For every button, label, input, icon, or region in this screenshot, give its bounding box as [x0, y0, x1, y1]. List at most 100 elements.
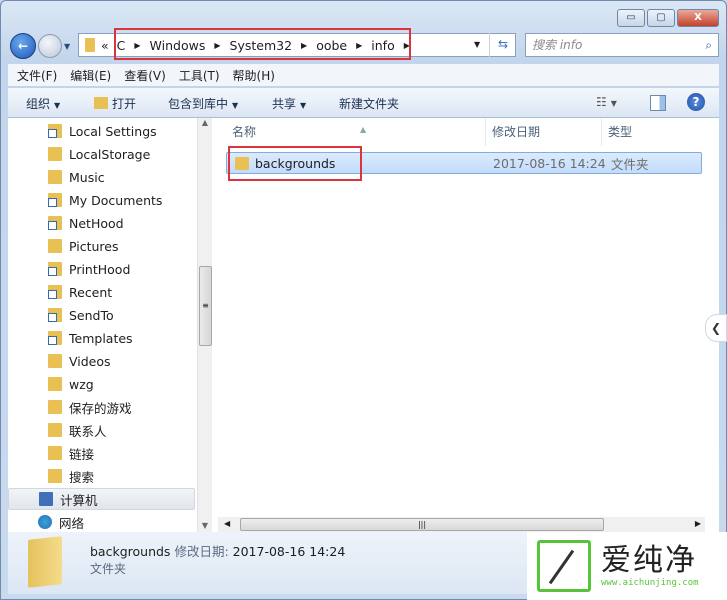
nav-item[interactable]: NetHood [8, 212, 195, 234]
folder-shortcut-icon [48, 124, 62, 138]
scroll-right-arrow[interactable]: ▶ [695, 519, 701, 528]
organize-button[interactable]: 组织 ▼ [26, 95, 60, 112]
sort-up-icon: ▲ [360, 125, 367, 134]
nav-item-label: Pictures [69, 238, 119, 254]
folder-shortcut-icon [48, 193, 62, 207]
window-controls: ▭ ▢ X [617, 9, 719, 27]
scroll-left-arrow[interactable]: ◀ [224, 519, 230, 528]
share-button[interactable]: 共享 ▼ [272, 95, 306, 112]
nav-item-label: Music [69, 169, 105, 185]
recent-pages-dropdown[interactable]: ▼ [64, 42, 70, 51]
menu-help[interactable]: 帮助(H) [233, 67, 275, 84]
folder-icon [48, 446, 62, 460]
folder-icon [48, 147, 62, 161]
preview-pane-button[interactable] [650, 95, 666, 111]
nav-item-label: NetHood [69, 215, 124, 231]
watermark-url: www.aichunjing.com [601, 578, 699, 588]
folder-icon [48, 423, 62, 437]
nav-item-network[interactable]: 网络 [8, 511, 195, 533]
menu-bar: 文件(F) 编辑(E) 查看(V) 工具(T) 帮助(H) [8, 64, 719, 86]
minimize-button[interactable]: ▭ [617, 9, 645, 27]
nav-item-label: Local Settings [69, 123, 157, 139]
open-button[interactable]: 打开 [94, 95, 136, 112]
folder-large-icon [28, 536, 62, 588]
scroll-thumb[interactable]: ||| [240, 518, 604, 531]
nav-item[interactable]: My Documents [8, 189, 195, 211]
nav-item[interactable]: Templates [8, 327, 195, 349]
arrow-left-icon: ← [17, 39, 29, 53]
maximize-button[interactable]: ▢ [647, 9, 675, 27]
folder-shortcut-icon [48, 308, 62, 322]
nav-item[interactable]: SendTo [8, 304, 195, 326]
address-overflow[interactable]: « [101, 38, 109, 53]
nav-item[interactable]: Pictures [8, 235, 195, 257]
nav-item[interactable]: wzg [8, 373, 195, 395]
navigation-pane: Local Settings LocalStorage Music My Docume… [8, 118, 198, 532]
search-placeholder: 搜索 info [532, 38, 583, 52]
folder-icon [48, 400, 62, 414]
open-icon [94, 97, 108, 109]
nav-item[interactable]: 联系人 [8, 419, 195, 441]
scroll-down-arrow[interactable]: ▼ [198, 521, 212, 530]
nav-item[interactable]: 保存的游戏 [8, 396, 195, 418]
menu-edit[interactable]: 编辑(E) [70, 67, 111, 84]
computer-icon [39, 492, 53, 506]
search-input[interactable]: 搜索 info ⌕ [525, 33, 719, 57]
menu-view[interactable]: 查看(V) [124, 67, 166, 84]
folder-icon [48, 170, 62, 184]
nav-item[interactable]: PrintHood [8, 258, 195, 280]
status-date: 2017-08-16 14:24 [232, 544, 346, 559]
folder-icon [48, 239, 62, 253]
nav-item[interactable]: 搜索 [8, 465, 195, 487]
menu-tools[interactable]: 工具(T) [179, 67, 220, 84]
file-date: 2017-08-16 14:24 [493, 155, 606, 171]
nav-item-label: 网络 [59, 515, 85, 531]
file-list: 名称 ▲ 修改日期 类型 backgrounds 2017-08-16 14:24… [218, 118, 727, 532]
folder-shortcut-icon [48, 331, 62, 345]
nav-item-label: 计算机 [60, 492, 98, 508]
horizontal-scrollbar[interactable]: ◀ ||| ▶ [218, 517, 705, 532]
scroll-up-arrow[interactable]: ▲ [198, 118, 212, 127]
menu-file[interactable]: 文件(F) [17, 67, 57, 84]
new-folder-button[interactable]: 新建文件夹 [339, 95, 399, 112]
forward-button[interactable] [38, 34, 62, 58]
view-list-icon: ☷ [596, 95, 607, 109]
include-in-library-button[interactable]: 包含到库中 ▼ [168, 95, 238, 112]
nav-item-label: Videos [69, 353, 111, 369]
nav-item[interactable]: Videos [8, 350, 195, 372]
nav-item-label: Recent [69, 284, 113, 300]
help-icon[interactable]: ? [687, 93, 705, 111]
nav-item[interactable]: 链接 [8, 442, 195, 464]
column-header-date[interactable]: 修改日期 [486, 118, 602, 146]
folder-icon [85, 38, 95, 52]
network-icon [38, 515, 52, 529]
file-type: 文件夹 [611, 156, 649, 172]
back-button[interactable]: ← [10, 33, 36, 59]
nav-item-label: PrintHood [69, 261, 131, 277]
nav-item-label: 联系人 [69, 423, 107, 439]
nav-item[interactable]: Recent [8, 281, 195, 303]
refresh-button[interactable]: ⇆ [489, 33, 516, 57]
nav-item-label: My Documents [69, 192, 163, 208]
view-options-button[interactable]: ☷ ▼ [596, 95, 617, 109]
nav-item-label: 搜索 [69, 469, 95, 485]
folder-shortcut-icon [48, 285, 62, 299]
nav-item[interactable]: Local Settings [8, 120, 195, 142]
address-dropdown[interactable]: ▼ [474, 40, 480, 49]
nav-item-label: 链接 [69, 446, 95, 462]
nav-item[interactable]: LocalStorage [8, 143, 195, 165]
scroll-thumb[interactable]: ≡ [199, 266, 212, 346]
nav-item[interactable]: Music [8, 166, 195, 188]
column-header-type[interactable]: 类型 [602, 118, 702, 146]
highlight-box-address [114, 28, 411, 60]
highlight-box-file [228, 146, 362, 181]
search-icon[interactable]: ⌕ [705, 34, 712, 56]
nav-item-computer[interactable]: 计算机 [8, 488, 195, 510]
folder-shortcut-icon [48, 216, 62, 230]
collapse-pane-button[interactable]: ❮ [705, 314, 727, 342]
column-header-name[interactable]: 名称 ▲ [226, 118, 486, 146]
command-bar: 组织 ▼ 打开 包含到库中 ▼ 共享 ▼ 新建文件夹 ☷ ▼ ? [8, 88, 719, 118]
nav-vertical-scrollbar[interactable]: ▲ ≡ ▼ [197, 118, 212, 532]
close-button[interactable]: X [677, 9, 719, 27]
watermark-icon [537, 540, 591, 592]
